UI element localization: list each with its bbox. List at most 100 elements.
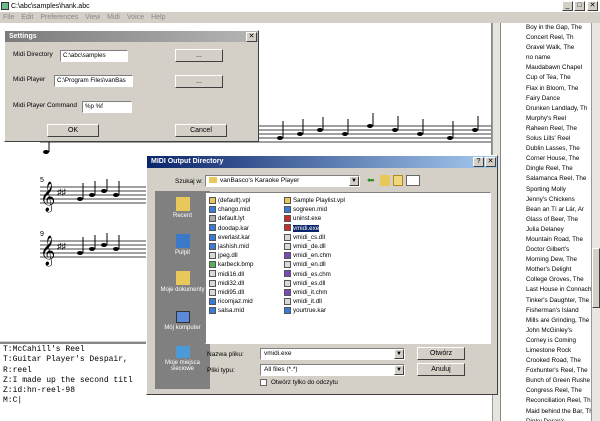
place-recent[interactable]: Recent [155,197,210,219]
menu-voice[interactable]: Voice [127,14,144,21]
minimize-button[interactable]: _ [562,1,573,11]
tune-list-item[interactable]: Last House in Connach [501,285,600,295]
help-button[interactable]: ? [473,157,484,167]
cancel-button[interactable]: Anuluj [417,363,465,376]
tune-list-item[interactable]: Sporting Molly [501,185,600,195]
file-item[interactable]: vmidi_en.dll [284,260,326,269]
tune-list-item[interactable]: Mother's Delight [501,265,600,275]
tune-list-item[interactable]: Doctor Gilbert's [501,245,600,255]
tune-list-item[interactable]: Raheen Reel, The [501,124,600,134]
settings-cancel-button[interactable]: Cancel [175,124,227,137]
tune-list-item[interactable]: Mountain Road, The [501,235,600,245]
tune-list-item[interactable]: Morning Dew, The [501,255,600,265]
file-item[interactable]: vmidi_it.dll [284,297,322,306]
midi-directory-browse-button[interactable]: ... [175,49,223,62]
tune-list-item[interactable]: Mills are Grinding, The [501,316,600,326]
settings-close-button[interactable]: ✕ [246,32,257,42]
file-item[interactable]: vmidi_es.chm [284,270,331,279]
place-my-documents[interactable]: Moje dokumenty [155,271,210,293]
tune-list-item[interactable]: Dingle Reel, The [501,164,600,174]
new-folder-icon[interactable] [393,175,403,186]
close-button[interactable]: ✕ [587,1,598,11]
tune-list-item[interactable]: Bunch of Green Rushe [501,376,600,386]
file-item[interactable]: chango.mid [209,205,250,214]
tune-list[interactable]: Boy in the Gap, The Concert Reel, Th Grave… [500,23,600,421]
up-folder-icon[interactable] [380,175,390,186]
file-item[interactable]: vmidi_de.dll [284,242,326,251]
tune-list-item[interactable]: College Groves, The [501,275,600,285]
tune-list-item[interactable]: Tinker's Daughter, The [501,296,600,306]
settings-ok-button[interactable]: OK [47,124,99,137]
file-item[interactable]: midi95.dll [209,288,244,297]
tune-list-item[interactable]: Foxhunter's Reel, The [501,366,600,376]
menu-midi[interactable]: Midi [107,14,120,21]
open-button[interactable]: Otwórz [417,347,465,360]
tune-list-item[interactable]: Dublin Lasses, The [501,144,600,154]
tune-list-scrollbar[interactable] [591,23,600,421]
file-item[interactable]: sogreen.mid [284,205,327,214]
tune-list-item[interactable]: Dinky Doran's [501,417,600,421]
tune-list-item[interactable]: Murphy's Reel [501,114,600,124]
tune-list-item[interactable]: Congress Reel, The [501,386,600,396]
menu-edit[interactable]: Edit [21,14,33,21]
tune-list-item[interactable]: Drunken Landlady, Th [501,104,600,114]
scroll-thumb[interactable] [592,248,600,308]
tune-list-item[interactable]: Flax in Bloom, The [501,84,600,94]
file-list[interactable]: (default).vpl chango.mid default.lyt doodap… [205,192,491,344]
menu-file[interactable]: File [3,14,14,21]
tune-list-item[interactable]: Maid behind the Bar, Th [501,407,600,417]
file-item[interactable]: (default).vpl [209,196,250,205]
midi-directory-field[interactable]: C:\abc\samples [60,50,128,62]
file-item[interactable]: everlast.kar [209,233,250,242]
midi-player-browse-button[interactable]: ... [175,75,223,88]
look-in-select[interactable]: vanBasco's Karaoke Player ▼ [205,175,360,187]
file-item[interactable]: vmidi.exe [284,224,320,233]
place-my-computer[interactable]: Mój komputer [155,311,210,331]
tune-list-item[interactable]: Maudabawn Chapel [501,63,600,73]
view-menu-icon[interactable] [406,175,420,186]
place-network[interactable]: Moje miejsca sieciowe [155,346,210,372]
file-item[interactable]: vmidi_cs.dll [284,233,325,242]
tune-list-item[interactable]: Jenny's Chickens [501,195,600,205]
tune-list-item[interactable]: Glass of Beer, The [501,215,600,225]
file-item[interactable]: default.lyt [209,214,244,223]
tune-list-item[interactable]: Concert Reel, Th [501,33,600,43]
tune-list-item[interactable]: Cup of Tea, The [501,73,600,83]
menu-preferences[interactable]: Preferences [40,14,78,21]
tune-list-item[interactable]: Reconciliation Reel, Th [501,396,600,406]
file-item[interactable]: salsa.mid [209,306,244,315]
file-item[interactable]: ricomjaz.mid [209,297,253,306]
menu-view[interactable]: View [85,14,100,21]
file-item[interactable]: midi32.dll [209,279,244,288]
file-item[interactable]: jpeg.dll [209,251,238,260]
chevron-down-icon[interactable]: ▼ [394,349,404,359]
tune-list-item[interactable]: Boy in the Gap, The [501,23,600,33]
filetype-select[interactable]: All files (*.*) ▼ [260,364,405,376]
file-item[interactable]: doodap.kar [209,224,249,233]
tune-list-item[interactable]: Corner House, The [501,154,600,164]
tune-list-item[interactable]: Corney is Coming [501,336,600,346]
tune-list-item[interactable]: Crooked Road, The [501,356,600,366]
file-item[interactable]: vmidi_es.dll [284,279,325,288]
tune-list-item[interactable]: Limestone Rock [501,346,600,356]
chevron-down-icon[interactable]: ▼ [394,365,404,375]
tune-list-item[interactable]: Solus Lills' Reel [501,134,600,144]
menu-help[interactable]: Help [151,14,165,21]
file-item[interactable]: vmidi_en.chm [284,251,331,260]
tune-list-item[interactable]: no name [501,53,600,63]
readonly-checkbox[interactable] [260,379,267,386]
tune-list-item[interactable]: Julia Delaney [501,225,600,235]
midi-player-field[interactable]: C:\Program Files\vanBas [54,75,133,87]
midi-player-command-field[interactable]: %p %f [82,101,132,113]
tune-list-item[interactable]: Fisherman's Island [501,306,600,316]
chevron-down-icon[interactable]: ▼ [349,176,359,186]
midi-dialog-close-button[interactable]: ✕ [485,157,496,167]
maximize-button[interactable]: □ [574,1,585,11]
tune-list-item[interactable]: Bean an Tí ar Lár, Ar [501,205,600,215]
filename-input[interactable]: vmidi.exe ▼ [260,348,405,360]
tune-list-item[interactable]: Gravel Walk, The [501,43,600,53]
tune-list-item[interactable]: John McGinley's [501,326,600,336]
back-icon[interactable]: ⬅ [367,175,377,186]
tune-list-item[interactable]: Fairy Dance [501,94,600,104]
file-item[interactable]: vmidi_it.chm [284,288,327,297]
